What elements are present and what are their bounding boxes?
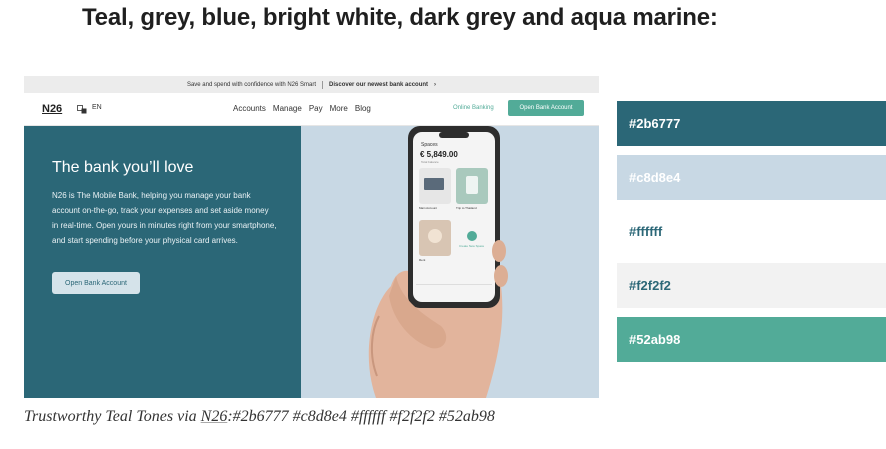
- translate-icon[interactable]: [77, 105, 87, 114]
- swatch-light-blue: #c8d8e4: [617, 155, 886, 200]
- phone-balance: € 5,849.00: [420, 150, 458, 159]
- announcement-bar: Save and spend with confidence with N26 …: [24, 76, 599, 93]
- chevron-right-icon: ›: [434, 81, 437, 88]
- swatch-aqua-marine: #52ab98: [617, 317, 886, 362]
- phone-balance-label: Total balance: [421, 160, 439, 164]
- main-menu: Accounts Manage Pay More Blog: [233, 104, 371, 113]
- announcement-divider: [322, 80, 324, 89]
- menu-item-blog[interactable]: Blog: [355, 104, 371, 113]
- online-banking-link[interactable]: Online Banking: [453, 105, 494, 111]
- swatch-white: #ffffff: [617, 209, 886, 254]
- menu-item-pay[interactable]: Pay: [309, 104, 323, 113]
- caption-prefix: Trustworthy Teal Tones via: [24, 408, 201, 425]
- hero-description: N26 is The Mobile Bank, helping you mana…: [52, 191, 277, 245]
- page-heading: Teal, grey, blue, bright white, dark gre…: [82, 4, 718, 31]
- caption-link[interactable]: N26: [201, 408, 228, 425]
- swatch-light-grey: #f2f2f2: [617, 263, 886, 308]
- phone-in-hand-illustration: [368, 126, 508, 398]
- hero-title: The bank you’ll love: [52, 159, 194, 176]
- phone-create-space: Create New Space: [459, 244, 485, 248]
- site-nav: N26 EN Accounts Manage Pay More Blog Onl…: [24, 93, 599, 126]
- phone-spaces-title: Spaces: [421, 142, 438, 148]
- announcement-text: Save and spend with confidence with N26 …: [186, 81, 317, 88]
- caption-colors: :#2b6777 #c8d8e4 #ffffff #f2f2f2 #52ab98: [227, 408, 495, 425]
- announcement-link[interactable]: Discover our newest bank account: [329, 82, 428, 88]
- phone-card-main: Main Account: [419, 206, 438, 210]
- phone-card-trip: Trip to Thailand: [456, 206, 477, 210]
- open-bank-account-button[interactable]: Open Bank Account: [508, 100, 584, 116]
- hero-image-panel: Spaces € 5,849.00 Total balance Main Acc…: [301, 126, 599, 398]
- n26-logo[interactable]: N26: [42, 103, 62, 115]
- n26-website-screenshot: Save and spend with confidence with N26 …: [24, 76, 599, 398]
- menu-item-more[interactable]: More: [330, 104, 348, 113]
- phone-card-rent: Rent: [419, 258, 426, 262]
- swatch-teal: #2b6777: [617, 101, 886, 146]
- hero-open-account-button[interactable]: Open Bank Account: [52, 272, 140, 294]
- menu-item-manage[interactable]: Manage: [273, 104, 302, 113]
- image-caption: Trustworthy Teal Tones via N26:#2b6777 #…: [24, 408, 495, 426]
- language-selector[interactable]: EN: [92, 104, 102, 111]
- menu-item-accounts[interactable]: Accounts: [233, 104, 266, 113]
